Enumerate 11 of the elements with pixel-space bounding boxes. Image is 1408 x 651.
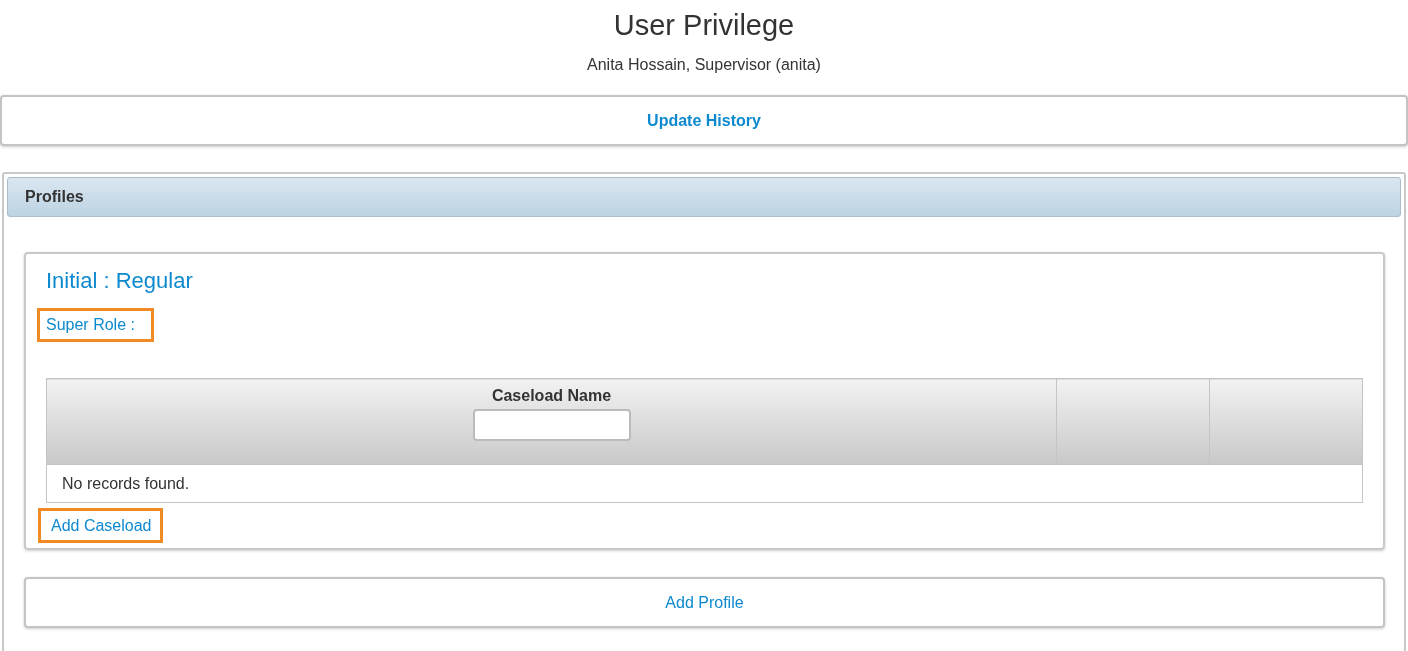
page-title: User Privilege: [612, 8, 796, 42]
add-profile-link[interactable]: Add Profile: [665, 579, 744, 626]
column-header: Caseload Name: [46, 378, 1057, 465]
profile-title: Initial : Regular: [46, 268, 194, 294]
profiles-header[interactable]: Profiles: [7, 177, 1401, 217]
user-subtitle: Anita Hossain, Supervisor (anita): [586, 56, 822, 74]
super-role-link[interactable]: Super Role :: [37, 308, 154, 342]
add-caseload-link[interactable]: Add Caseload: [38, 508, 163, 543]
update-history-link[interactable]: Update History: [647, 112, 761, 129]
empty-message: No records found.: [46, 464, 1363, 503]
caseload-filter-field[interactable]: [472, 409, 631, 441]
